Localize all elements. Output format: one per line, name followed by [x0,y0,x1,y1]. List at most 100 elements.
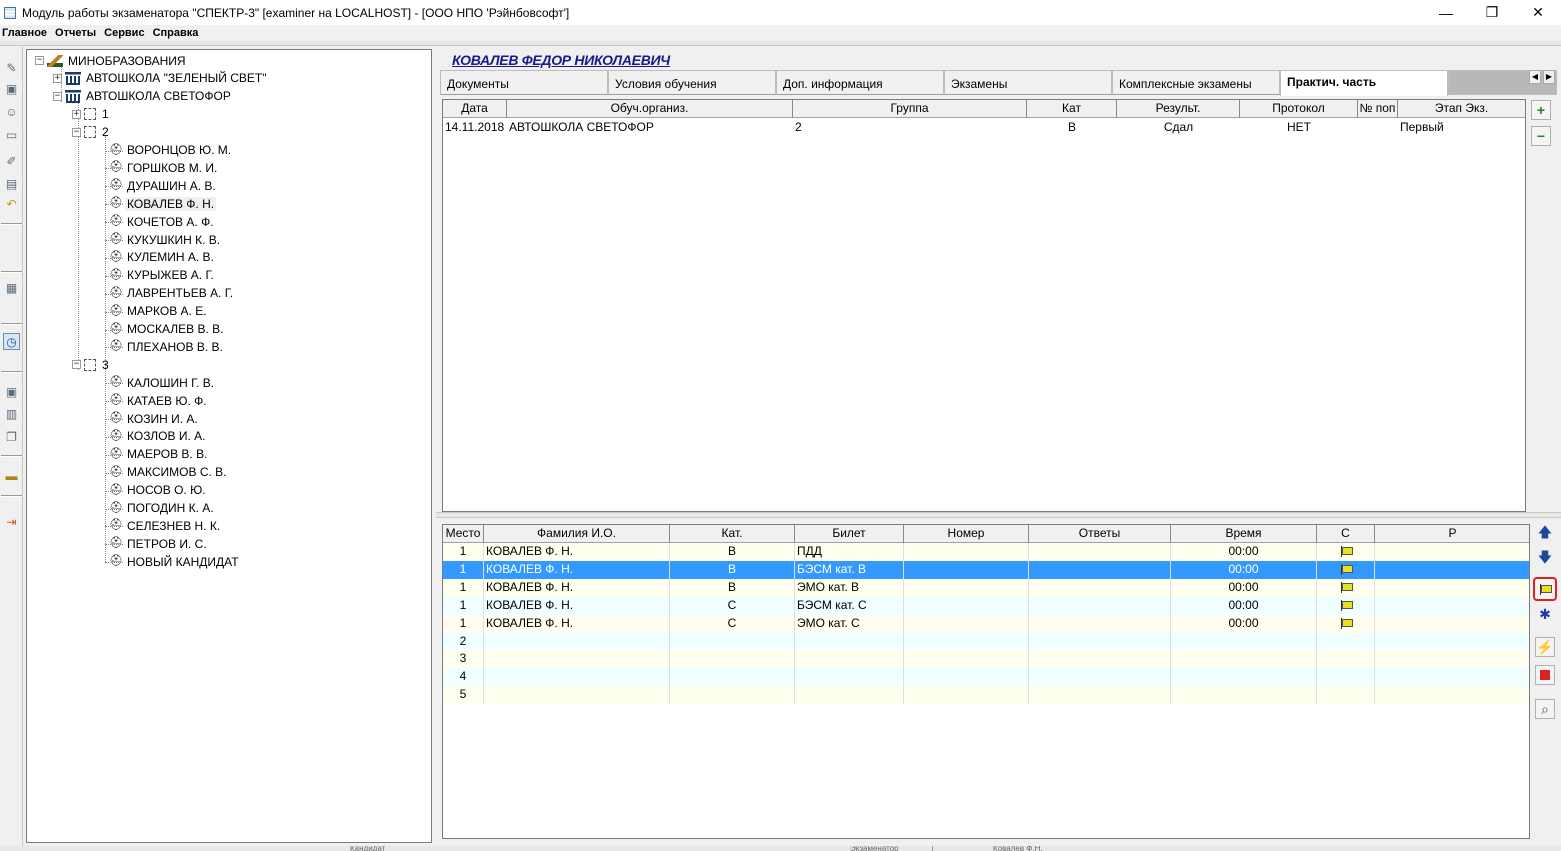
add-button[interactable]: + [1531,100,1551,120]
tree-candidate[interactable]: ⛑ ВОРОНЦОВ Ю. М. [109,142,233,159]
pen-icon[interactable]: ✎ [3,59,20,76]
column-header[interactable]: Р [1375,525,1529,543]
tab-additional-info[interactable]: Доп. информация [776,70,944,95]
tree-group-2[interactable]: −2 [72,124,111,141]
minimize-button[interactable]: — [1423,0,1469,25]
tab-scroll-left[interactable]: ◀ [1529,70,1541,84]
timer-icon[interactable]: ◷ [3,333,20,350]
tree-candidate[interactable]: ⛑ КОЗИН И. А. [109,410,200,427]
column-header[interactable]: Фамилия И.О. [484,525,670,543]
tree-candidate[interactable]: ⛑ КУРЫЖЕВ А. Г. [109,267,216,284]
column-header[interactable]: Время [1171,525,1317,543]
tab-complex-exams[interactable]: Комплексные экзамены [1112,70,1280,95]
tab-training-conditions[interactable]: Условия обучения [608,70,776,95]
tree-candidate[interactable]: ⛑ ДУРАШИН А. В. [109,177,218,194]
status-flag-cell[interactable] [1317,543,1375,561]
table-row[interactable]: 1 КОВАЛЕВ Ф. Н. В БЭСМ кат. В 00:00 [443,560,1529,579]
column-header[interactable]: Кат. [670,525,795,543]
tree-candidate[interactable]: ⛑ ГОРШКОВ М. И. [109,159,219,176]
tree-candidate[interactable]: ⛑ КОЗЛОВ И. А. [109,428,207,445]
table-row[interactable]: 1 КОВАЛЕВ Ф. Н. В ЭМО кат. В 00:00 [443,578,1529,597]
tree-candidate[interactable]: ⛑ МАЕРОВ В. В. [109,446,209,463]
menu-main[interactable]: Главное [2,27,47,39]
status-flag-cell[interactable] [1317,578,1375,597]
zoom-button[interactable]: ⌕ [1535,699,1555,719]
stop-button[interactable] [1535,665,1555,685]
tree-school-svetofor[interactable]: − АВТОШКОЛА СВЕТОФОР [53,88,233,105]
move-up-button[interactable]: 🡅 [1535,524,1555,544]
tab-exams[interactable]: Экзамены [944,70,1112,95]
copy-icon[interactable]: ❐ [3,428,20,445]
table-row[interactable]: 2 [443,632,1529,651]
tree-candidate[interactable]: ⛑ КУЛЕМИН А. В. [109,249,216,266]
monitor-icon[interactable]: ▣ [3,383,20,400]
calendar-icon[interactable]: ▦ [3,279,20,296]
save-icon[interactable]: ▤ [3,175,20,192]
collapse-icon[interactable]: − [35,56,44,65]
settings-button[interactable]: ✱ [1535,604,1555,624]
eraser-icon[interactable]: ▭ [3,126,20,143]
tree-candidate[interactable]: ⛑ КОЧЕТОВ А. Ф. [109,213,216,230]
column-header[interactable]: Место [443,525,484,543]
column-header[interactable]: Группа [793,100,1027,118]
tree-candidate[interactable]: ⛑ КАТАЕВ Ю. Ф. [109,392,209,409]
close-button[interactable]: ✕ [1515,0,1561,25]
column-header[interactable]: Кат [1027,100,1117,118]
status-flag-cell[interactable] [1317,560,1375,579]
remove-button[interactable]: − [1531,126,1551,146]
table-row[interactable]: 1 КОВАЛЕВ Ф. Н. В ПДД 00:00 [443,543,1529,561]
collapse-icon[interactable]: − [72,360,81,370]
menu-reports[interactable]: Отчеты [55,27,96,39]
tree-school-green-light[interactable]: + АВТОШКОЛА "ЗЕЛЕНЫЙ СВЕТ" [53,70,269,87]
tree-group-1[interactable]: +1 [72,106,111,123]
tree-candidate[interactable]: ⛑ НОСОВ О. Ю. [109,482,208,499]
status-flag-cell[interactable] [1317,614,1375,633]
tree-group-3[interactable]: −3 [72,356,111,373]
column-header[interactable]: Билет [795,525,904,543]
tree-candidate[interactable]: ⛑ ЛАВРЕНТЬЕВ А. Г. [109,285,235,302]
tree-candidate[interactable]: ⛑ КУКУШКИН К. В. [109,231,222,248]
tree-candidate[interactable]: ⛑ ПЕТРОВ И. С. [109,535,209,552]
column-header[interactable]: Обуч.организ. [507,100,793,118]
maximize-button[interactable]: ❐ [1469,0,1515,25]
start-button[interactable]: ⚡ [1535,637,1555,657]
tab-documents[interactable]: Документы [440,70,608,95]
move-down-button[interactable]: 🡇 [1535,549,1555,569]
expand-icon[interactable]: + [53,73,62,83]
book-icon[interactable]: ▥ [3,405,20,422]
flag-button[interactable] [1533,577,1557,601]
column-header[interactable]: № поп [1358,100,1398,118]
status-flag-cell[interactable] [1317,596,1375,615]
tree-candidate[interactable]: ⛑ МОСКАЛЕВ В. В. [109,321,225,338]
column-header[interactable]: Этап Экз. [1398,100,1525,118]
table-row[interactable]: 4 [443,668,1529,687]
tab-practical-part[interactable]: Практич. часть [1280,70,1448,96]
column-header[interactable]: Дата [443,100,507,118]
table-row[interactable]: 1 КОВАЛЕВ Ф. Н. С ЭМО кат. С 00:00 [443,614,1529,633]
exit-icon[interactable]: ⇥ [3,513,20,530]
person-icon[interactable]: ☺ [3,103,20,120]
tree-candidate[interactable]: ⛑ ПОГОДИН К. А. [109,500,216,517]
table-row[interactable]: 3 [443,650,1529,669]
column-header[interactable]: С [1317,525,1375,543]
table-row[interactable]: 14.11.2018 АВТОШКОЛА СВЕТОФОР 2 В Сдал НЕТ Пер… [443,119,1525,137]
column-header[interactable]: Ответы [1029,525,1171,543]
table-row[interactable]: 1 КОВАЛЕВ Ф. Н. С БЭСМ кат. С 00:00 [443,596,1529,615]
tree-root[interactable]: − МИНОБРАЗОВАНИЯ [35,52,188,69]
tree-candidate[interactable]: ⛑ СЕЛЕЗНЕВ Н. К. [109,517,222,534]
group-icon[interactable]: ▣ [3,80,20,97]
collapse-icon[interactable]: − [72,127,81,137]
collapse-icon[interactable]: − [53,91,62,101]
splitter[interactable] [436,512,1561,518]
column-header[interactable]: Номер [904,525,1029,543]
tree-candidate[interactable]: ⛑ МАРКОВ А. Е. [109,303,209,320]
column-header[interactable]: Результ. [1117,100,1240,118]
tree-candidate[interactable]: ⛑ КАЛОШИН Г. В. [109,374,216,391]
tree-candidate[interactable]: ⛑ МАКСИМОВ С. В. [109,464,229,481]
column-header[interactable]: Протокол [1240,100,1358,118]
table-row[interactable]: 5 [443,686,1529,705]
menu-help[interactable]: Справка [153,27,199,39]
tree-candidate[interactable]: ⛑ ПЛЕХАНОВ В. В. [109,338,225,355]
edit-icon[interactable]: ✐ [3,152,20,169]
undo-icon[interactable]: ↶ [3,195,20,212]
